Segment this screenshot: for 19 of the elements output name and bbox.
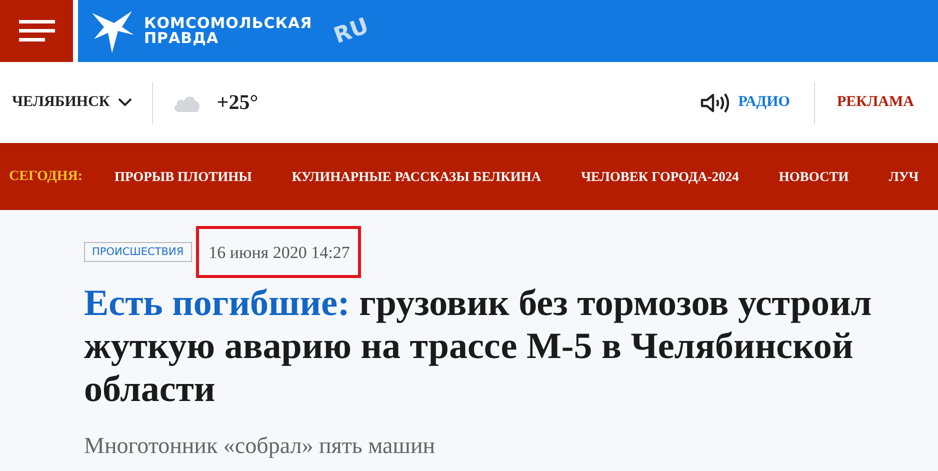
ru-logo-text: RU bbox=[330, 13, 372, 49]
nav-link[interactable]: ЧЕЛОВЕК ГОРОДА-2024 bbox=[581, 168, 739, 184]
rubric-tag[interactable]: ПРОИСШЕСТВИЯ bbox=[84, 242, 192, 262]
menu-button[interactable] bbox=[0, 0, 73, 62]
subtitle: Многотонник «собрал» пять машин bbox=[84, 433, 436, 459]
radio-link[interactable]: РАДИО bbox=[700, 92, 790, 112]
temperature: +25° bbox=[216, 90, 258, 115]
ads-link[interactable]: РЕКЛАМА bbox=[836, 94, 914, 111]
headline: Есть погибшие: грузовик без тормозов устроил жуткую аварию на трассе М-5 в Челябинской области bbox=[84, 282, 873, 411]
nav-link[interactable]: КУЛИНАРНЫЕ РАССКАЗЫ БЕЛКИНА bbox=[292, 168, 542, 184]
today-label: СЕГОДНЯ: bbox=[9, 168, 82, 184]
publish-date: 16 июня 2020 14:27 bbox=[196, 226, 361, 278]
city-selector[interactable]: ЧЕЛЯБИНСК bbox=[12, 94, 132, 111]
nav-link[interactable]: ПРОРЫВ ПЛОТИНЫ bbox=[114, 168, 252, 184]
logo-text[interactable]: КОМСОМОЛЬСКАЯ ПРАВДА bbox=[144, 16, 312, 46]
chevron-down-icon bbox=[118, 98, 132, 107]
menu-icon bbox=[18, 20, 54, 42]
nav-link[interactable]: ЛУЧ bbox=[888, 168, 919, 184]
nav-link[interactable]: НОВОСТИ bbox=[778, 168, 849, 184]
